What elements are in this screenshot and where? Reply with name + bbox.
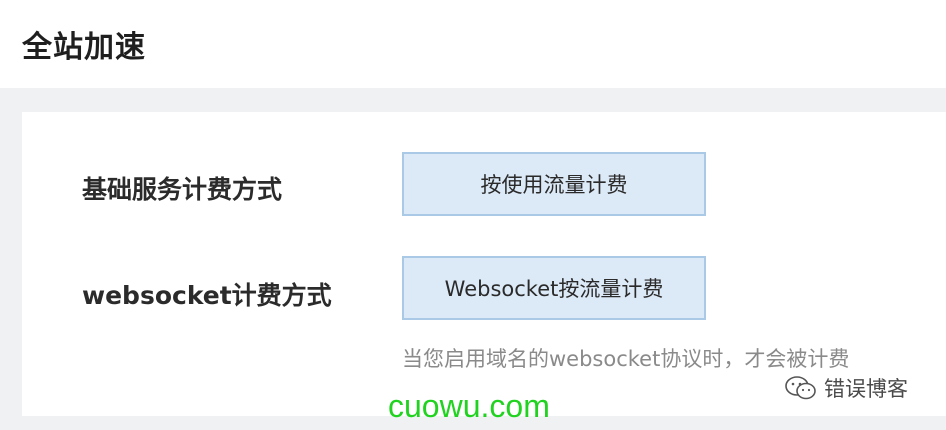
websocket-billing-hint: 当您启用域名的websocket协议时，才会被计费 (402, 347, 850, 371)
top-header: 全站加速 (0, 0, 946, 88)
websocket-billing-label: websocket计费方式 (82, 281, 332, 310)
account-name: 错误博客 (824, 377, 908, 401)
account-watermark: 错误博客 (784, 373, 908, 403)
site-watermark: cuowu.com (388, 388, 550, 424)
websocket-billing-option-button[interactable]: Websocket按流量计费 (402, 256, 706, 320)
basic-billing-option-button[interactable]: 按使用流量计费 (402, 152, 706, 216)
wechat-icon (785, 376, 816, 400)
page-title: 全站加速 (22, 30, 146, 65)
basic-billing-label: 基础服务计费方式 (82, 175, 283, 204)
